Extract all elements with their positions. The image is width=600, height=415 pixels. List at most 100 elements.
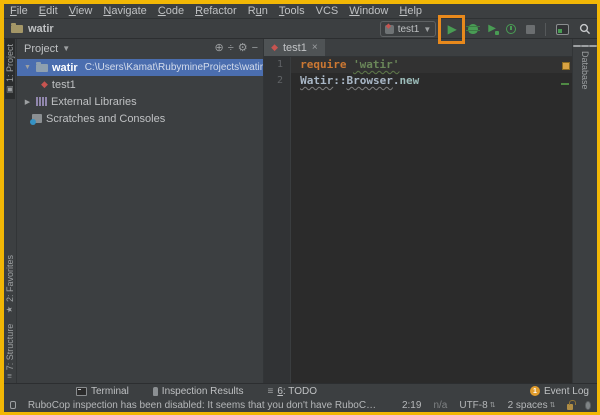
event-log-label: Event Log bbox=[543, 385, 589, 397]
warning-stripe-marker[interactable] bbox=[562, 62, 570, 70]
code-token: 'watir' bbox=[353, 58, 400, 71]
code-token: require bbox=[300, 58, 354, 71]
run-with-coverage-button[interactable]: ▶ bbox=[488, 24, 499, 35]
editor-tab-test1[interactable]: ◆ test1 × bbox=[264, 39, 325, 56]
code-token: Browser bbox=[346, 74, 393, 87]
caret-stripe-marker bbox=[561, 83, 569, 85]
tree-row-file[interactable]: ◆ test1 bbox=[17, 76, 263, 93]
hide-panel-icon[interactable]: − bbox=[252, 43, 258, 54]
chevron-collapsed-icon[interactable]: ▶ bbox=[23, 98, 32, 106]
tool-tab-todo[interactable]: ≡ 6: TODO bbox=[268, 386, 318, 397]
chevron-updown-icon: ⇅ bbox=[489, 402, 496, 409]
gear-icon[interactable]: ⚙ bbox=[238, 43, 248, 54]
left-tool-stripe: ▣ 1: Project ★ 2: Favorites ≡ 7: Structu… bbox=[4, 39, 17, 383]
right-tool-stripe: Database bbox=[572, 39, 597, 383]
tree-external-label: External Libraries bbox=[51, 95, 137, 108]
notification-badge: 1 bbox=[529, 386, 540, 396]
tree-row-root[interactable]: ▼ watir C:\Users\Kamat\RubymineProjects\… bbox=[17, 59, 264, 76]
menu-file[interactable]: File bbox=[10, 5, 28, 17]
menu-tools[interactable]: Tools bbox=[279, 5, 305, 17]
menu-refactor[interactable]: Refactor bbox=[195, 5, 237, 17]
close-icon[interactable]: × bbox=[312, 42, 318, 53]
status-message[interactable]: RuboCop inspection has been disabled: It… bbox=[28, 400, 378, 411]
encoding-selector[interactable]: UTF-8 ⇅ bbox=[459, 400, 495, 411]
indent-selector[interactable]: 2 spaces ⇅ bbox=[508, 400, 556, 411]
run-config-label: test1 bbox=[397, 23, 420, 35]
chevron-down-icon[interactable]: ▼ bbox=[62, 44, 70, 53]
stop-button[interactable] bbox=[526, 24, 535, 34]
menu-code[interactable]: Code bbox=[158, 5, 184, 17]
search-icon bbox=[579, 23, 591, 35]
ruby-file-icon: ◆ bbox=[41, 79, 48, 89]
tree-root-label: watir bbox=[52, 61, 78, 74]
vcs-branch-na[interactable]: n/a bbox=[433, 400, 447, 411]
tool-tab-favorites-label: 2: Favorites bbox=[5, 254, 15, 302]
breadcrumb-label: watir bbox=[28, 22, 54, 35]
inspection-label: Inspection Results bbox=[161, 385, 244, 397]
tool-tab-inspection-results[interactable]: Inspection Results bbox=[152, 385, 244, 397]
tool-tab-project-label: 1: Project bbox=[5, 44, 15, 83]
folder-icon bbox=[11, 22, 23, 33]
tool-tab-database[interactable]: Database bbox=[573, 39, 597, 95]
project-panel-title[interactable]: Project bbox=[24, 43, 58, 55]
tool-tab-structure[interactable]: ≡ 7: Structure bbox=[5, 319, 15, 383]
code-token: Watir bbox=[300, 74, 334, 87]
code-token: :: bbox=[333, 74, 347, 87]
collapse-all-icon[interactable]: ÷ bbox=[228, 43, 234, 54]
notification-icon[interactable] bbox=[10, 401, 16, 409]
folder-mini-icon: ▣ bbox=[5, 85, 15, 95]
console-window-icon bbox=[556, 23, 569, 35]
tool-tab-project[interactable]: ▣ 1: Project bbox=[5, 39, 15, 100]
code-area[interactable]: require 'watir' Watir::Browser.new bbox=[291, 57, 572, 383]
tool-tab-structure-label: 7: Structure bbox=[5, 323, 15, 371]
code-line-2: Watir::Browser.new bbox=[291, 73, 572, 89]
tool-tab-terminal[interactable]: Terminal bbox=[76, 386, 129, 397]
menu-view[interactable]: View bbox=[69, 5, 93, 17]
run-button[interactable]: ▶ bbox=[438, 15, 466, 44]
search-everywhere-button[interactable] bbox=[579, 23, 591, 35]
navigation-bar: watir test1 ▼ ▶ ▶ bbox=[4, 15, 597, 44]
project-panel-header: Project ▼ ⊕ ÷ ⚙ − bbox=[17, 39, 263, 58]
run-anything-button[interactable] bbox=[556, 23, 569, 35]
project-tree: ▼ watir C:\Users\Kamat\RubymineProjects\… bbox=[17, 59, 264, 127]
menu-run[interactable]: Run bbox=[248, 5, 268, 17]
scratches-icon bbox=[30, 114, 42, 125]
caret-position[interactable]: 2:19 bbox=[402, 400, 421, 411]
run-controls: test1 ▼ ▶ ▶ bbox=[379, 15, 591, 44]
bug-icon bbox=[466, 24, 481, 34]
menu-window[interactable]: Window bbox=[349, 5, 388, 17]
status-bar: RuboCop inspection has been disabled: It… bbox=[4, 398, 597, 412]
tree-scratches-label: Scratches and Consoles bbox=[46, 112, 166, 125]
run-config-dropdown[interactable]: test1 ▼ bbox=[379, 21, 437, 37]
inspections-profile-icon[interactable] bbox=[584, 400, 591, 410]
rubymine-window: File Edit View Navigate Code Refactor Run Tools… bbox=[0, 0, 600, 415]
menu-bar: File Edit View Navigate Code Refactor Run Tools… bbox=[4, 4, 597, 19]
profile-button[interactable] bbox=[506, 24, 516, 34]
database-icon bbox=[573, 44, 597, 48]
debug-button[interactable] bbox=[466, 24, 481, 34]
tool-tab-favorites[interactable]: ★ 2: Favorites bbox=[5, 250, 15, 319]
ruby-file-icon: ◆ bbox=[271, 42, 278, 52]
menu-vcs[interactable]: VCS bbox=[316, 5, 339, 17]
menu-help[interactable]: Help bbox=[399, 5, 422, 17]
play-icon: ▶ bbox=[447, 22, 457, 36]
tool-tab-database-label: Database bbox=[580, 51, 590, 90]
stop-icon bbox=[526, 24, 535, 34]
menu-navigate[interactable]: Navigate bbox=[103, 5, 146, 17]
tree-row-external-libraries[interactable]: ▶ External Libraries bbox=[17, 93, 263, 110]
menu-edit[interactable]: Edit bbox=[39, 5, 58, 17]
editor-body[interactable]: 1 2 require 'watir' Watir::Browser.new bbox=[264, 57, 572, 383]
project-panel: Project ▼ ⊕ ÷ ⚙ − ▼ watir C:\Users\Kamat… bbox=[17, 39, 265, 383]
lock-icon[interactable] bbox=[567, 399, 577, 410]
editor-gutter: 1 2 bbox=[264, 57, 292, 383]
tree-row-scratches[interactable]: Scratches and Consoles bbox=[17, 110, 263, 127]
editor-tab-label: test1 bbox=[283, 41, 307, 54]
editor-tab-bar: ◆ test1 × bbox=[264, 39, 572, 57]
inspection-icon bbox=[152, 386, 158, 396]
profiler-clock-icon bbox=[506, 24, 516, 34]
event-log-button[interactable]: 1 Event Log bbox=[529, 385, 589, 397]
locate-icon[interactable]: ⊕ bbox=[215, 43, 224, 54]
run-config-icon bbox=[384, 22, 394, 34]
breadcrumb[interactable]: watir bbox=[11, 22, 54, 35]
chevron-expanded-icon[interactable]: ▼ bbox=[23, 64, 32, 71]
